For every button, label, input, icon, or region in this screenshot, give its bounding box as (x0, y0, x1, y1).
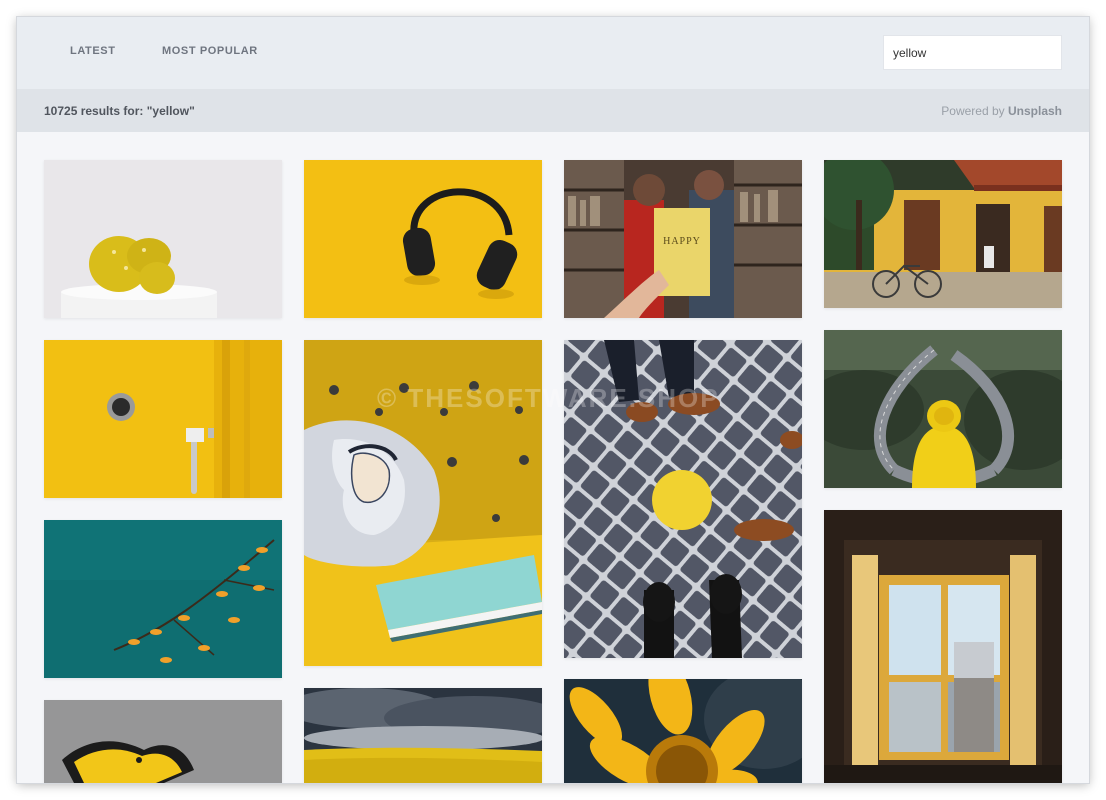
photo-headphones[interactable] (304, 160, 542, 318)
photo-cactus[interactable] (44, 160, 282, 318)
photo-yellow-house-bicycle[interactable] (824, 160, 1062, 308)
photo-yellow-door[interactable] (44, 340, 282, 498)
photo-happy-book[interactable]: HAPPY (564, 160, 802, 318)
photo-window-shutters[interactable] (824, 510, 1062, 783)
photo-yellow-raincoat-road[interactable] (824, 330, 1062, 488)
photo-yellow-flower[interactable] (564, 679, 802, 783)
photo-storm-yellow-field[interactable] (304, 688, 542, 783)
photo-graffiti-bird[interactable] (44, 700, 282, 783)
photo-cobblestone-yellow-circle[interactable] (564, 340, 802, 658)
svg-text:HAPPY: HAPPY (663, 236, 701, 247)
photo-grid: HAPPY (17, 17, 1089, 783)
photo-pillow-notebook[interactable] (304, 340, 542, 666)
app-window: LATEST MOST POPULAR 10725 results for: "… (17, 17, 1089, 783)
photo-teal-branch-leaves[interactable] (44, 520, 282, 678)
